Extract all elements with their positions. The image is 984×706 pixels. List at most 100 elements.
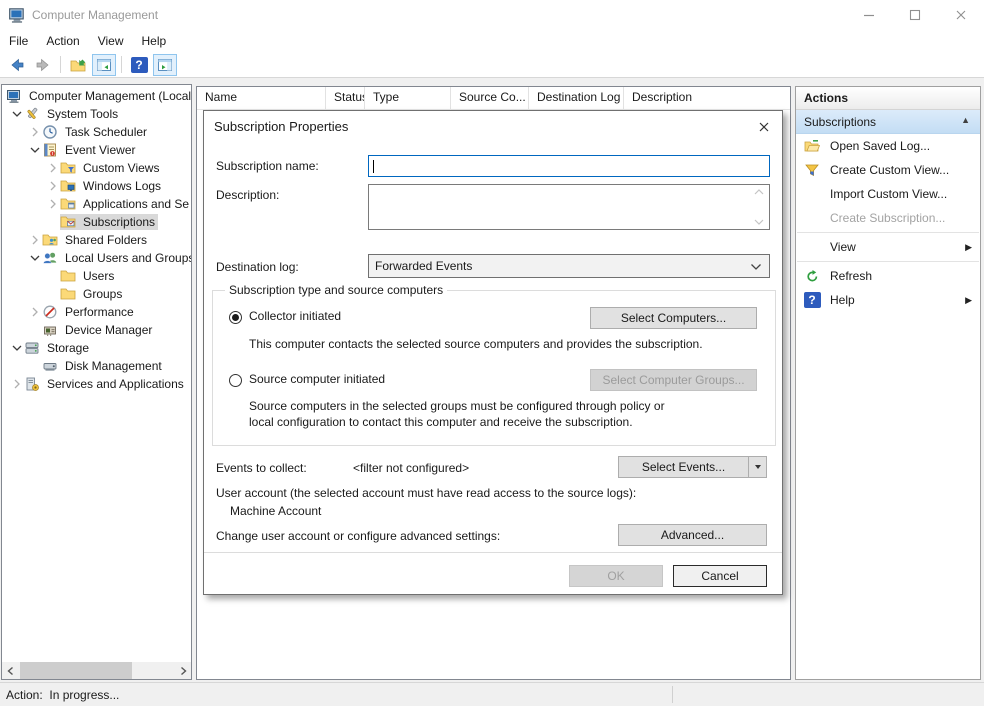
column-header-status[interactable]: Status	[326, 87, 365, 109]
chevron-right-icon[interactable]	[46, 162, 60, 174]
tree-item-performance[interactable]: Performance	[2, 303, 191, 321]
source-computer-initiated-radio[interactable]	[229, 374, 242, 387]
chevron-down-icon[interactable]	[10, 342, 24, 354]
system-tools-icon	[24, 106, 40, 122]
chevron-right-icon[interactable]	[10, 378, 24, 390]
select-events-button[interactable]: Select Events...	[618, 456, 767, 478]
chevron-right-icon[interactable]	[28, 306, 42, 318]
action-create-custom-view[interactable]: Create Custom View...	[796, 158, 980, 182]
status-bar: Action: In progress...	[0, 682, 984, 706]
actions-pane: Actions Subscriptions ▲ Open Saved Log..…	[795, 86, 981, 680]
show-console-tree-button[interactable]	[92, 54, 116, 76]
folder-icon	[60, 286, 76, 302]
tree-item-users[interactable]: Users	[2, 267, 191, 285]
refresh-icon	[803, 268, 821, 284]
toolbar-separator	[60, 56, 61, 73]
computer-management-window: Computer Management File Action View Hel…	[0, 0, 984, 706]
chevron-down-icon[interactable]	[28, 144, 42, 156]
chevron-right-icon[interactable]	[46, 198, 60, 210]
action-refresh[interactable]: Refresh	[796, 264, 980, 288]
submenu-arrow-icon: ▶	[965, 242, 972, 253]
source-description-line2: local configuration to contact this comp…	[249, 415, 633, 429]
maximize-button[interactable]	[892, 0, 938, 30]
back-button[interactable]	[5, 54, 29, 76]
app-icon	[8, 6, 26, 24]
menu-action[interactable]: Action	[37, 31, 88, 51]
actions-group-subscriptions[interactable]: Subscriptions ▲	[796, 110, 980, 134]
show-action-pane-icon	[157, 57, 173, 73]
tree-item-custom-views[interactable]: Custom Views	[2, 159, 191, 177]
dialog-title: Subscription Properties	[214, 119, 348, 134]
tree-indent	[28, 360, 42, 372]
actions-pane-header: Actions	[796, 87, 980, 110]
help-button[interactable]: ?	[127, 54, 151, 76]
show-action-pane-button[interactable]	[153, 54, 177, 76]
close-button[interactable]	[938, 0, 984, 30]
column-header-source-computers[interactable]: Source Co...	[451, 87, 529, 109]
select-events-dropdown[interactable]	[748, 457, 766, 477]
tree-item-applications-and-services[interactable]: Applications and Se	[2, 195, 191, 213]
maximize-icon	[908, 8, 922, 22]
window-title: Computer Management	[32, 8, 158, 22]
action-view[interactable]: View ▶	[796, 235, 980, 259]
applications-services-icon	[60, 196, 76, 212]
tree-item-system-tools[interactable]: System Tools	[2, 105, 191, 123]
scroll-left-arrow-icon[interactable]	[2, 662, 19, 679]
scroll-down-icon[interactable]	[754, 219, 764, 225]
tree-item-device-manager[interactable]: Device Manager	[2, 321, 191, 339]
source-computer-initiated-label[interactable]: Source computer initiated	[249, 372, 385, 386]
advanced-button[interactable]: Advanced...	[618, 524, 767, 546]
tree-item-shared-folders[interactable]: Shared Folders	[2, 231, 191, 249]
tree-item-services-and-applications[interactable]: Services and Applications	[2, 375, 191, 393]
scrollbar-thumb[interactable]	[20, 662, 132, 679]
dialog-close-button[interactable]	[756, 119, 772, 135]
action-open-saved-log[interactable]: Open Saved Log...	[796, 134, 980, 158]
tree-item-storage[interactable]: Storage	[2, 339, 191, 357]
tree-item-groups[interactable]: Groups	[2, 285, 191, 303]
collapse-icon[interactable]: ▲	[961, 115, 970, 125]
tree-item-task-scheduler[interactable]: Task Scheduler	[2, 123, 191, 141]
column-header-name[interactable]: Name	[197, 87, 326, 109]
column-header-destination-log[interactable]: Destination Log	[529, 87, 624, 109]
tree-item-local-users-and-groups[interactable]: Local Users and Groups	[2, 249, 191, 267]
collector-initiated-label[interactable]: Collector initiated	[249, 309, 341, 323]
minimize-button[interactable]	[846, 0, 892, 30]
column-header-type[interactable]: Type	[365, 87, 451, 109]
menu-file[interactable]: File	[0, 31, 37, 51]
chevron-right-icon[interactable]	[28, 234, 42, 246]
export-list-button[interactable]	[66, 54, 90, 76]
local-users-groups-icon	[42, 250, 58, 266]
tree-item-disk-management[interactable]: Disk Management	[2, 357, 191, 375]
tree-item-windows-logs[interactable]: Windows Logs	[2, 177, 191, 195]
toolbar: ?	[0, 52, 984, 78]
action-import-custom-view[interactable]: Import Custom View...	[796, 182, 980, 206]
select-computers-button[interactable]: Select Computers...	[590, 307, 757, 329]
title-bar: Computer Management	[0, 0, 984, 30]
chevron-down-icon[interactable]	[10, 108, 24, 120]
destination-log-label: Destination log:	[216, 260, 299, 274]
collector-initiated-radio[interactable]	[229, 311, 242, 324]
chevron-right-icon[interactable]	[46, 180, 60, 192]
events-to-collect-label: Events to collect:	[216, 461, 307, 475]
menu-view[interactable]: View	[89, 31, 133, 51]
subscription-name-input[interactable]	[368, 155, 770, 177]
status-bar-divider	[672, 686, 673, 703]
tree-item-event-viewer[interactable]: Event Viewer	[2, 141, 191, 159]
destination-log-dropdown[interactable]: Forwarded Events	[368, 254, 770, 278]
tree-item-computer-management[interactable]: Computer Management (Local	[2, 87, 191, 105]
menu-help[interactable]: Help	[133, 31, 176, 51]
column-header-description[interactable]: Description	[624, 87, 784, 109]
scrollbar-track[interactable]	[19, 662, 174, 679]
tree-horizontal-scrollbar[interactable]	[2, 662, 191, 679]
description-textarea[interactable]	[368, 184, 770, 230]
console-tree-pane: Computer Management (Local System Tools …	[1, 84, 192, 680]
subscription-name-label: Subscription name:	[216, 159, 319, 173]
tree-item-subscriptions[interactable]: Subscriptions	[2, 213, 191, 231]
scroll-up-icon[interactable]	[754, 189, 764, 195]
chevron-right-icon[interactable]	[28, 126, 42, 138]
cancel-button[interactable]: Cancel	[673, 565, 767, 587]
scroll-right-arrow-icon[interactable]	[174, 662, 191, 679]
action-help[interactable]: ? Help ▶	[796, 288, 980, 312]
chevron-down-icon[interactable]	[28, 252, 42, 264]
tree-indent	[46, 270, 60, 282]
